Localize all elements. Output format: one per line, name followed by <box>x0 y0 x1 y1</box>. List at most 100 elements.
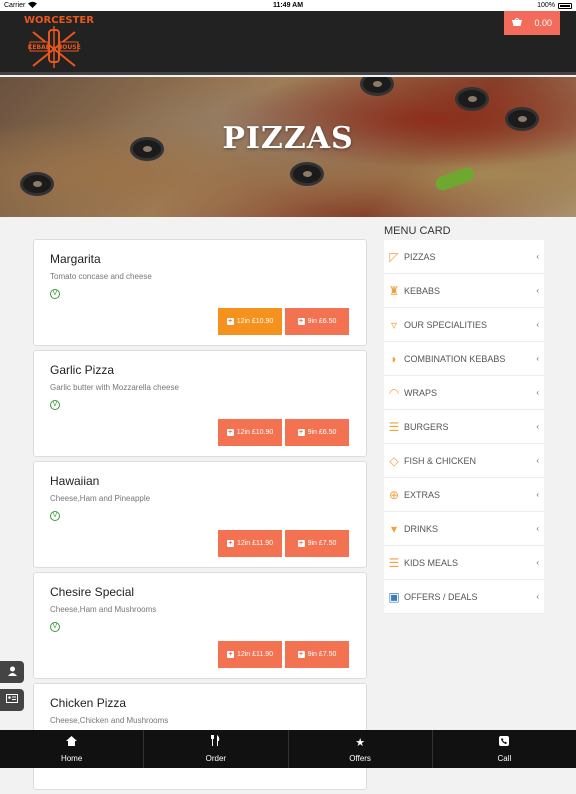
menu-item-drinks[interactable]: ▾DRINKS‹ <box>384 512 544 546</box>
menu-card-title: MENU CARD <box>384 221 544 240</box>
app-header: WORCESTER KEBAB HOUSE 0.00 <box>0 11 576 75</box>
logo-kebab-text: KEBAB <box>28 44 51 51</box>
chevron-left-icon: ‹ <box>536 592 539 601</box>
fish-icon: ◇ <box>387 454 401 468</box>
menu-item-pizzas[interactable]: ◸PIZZAS‹ <box>384 240 544 274</box>
item-description: Cheese,Ham and Pineapple <box>50 494 350 503</box>
menu-item-combination-kebabs[interactable]: ◗COMBINATION KEBABS‹ <box>384 342 544 376</box>
item-description: Cheese,Chicken and Mushrooms <box>50 716 350 725</box>
logo-house-text: HOUSE <box>57 44 80 51</box>
vegetarian-icon: V <box>50 400 60 410</box>
chevron-left-icon: ‹ <box>536 558 539 567</box>
chevron-left-icon: ‹ <box>536 320 539 329</box>
tab-call[interactable]: Call <box>433 730 576 768</box>
chevron-left-icon: ‹ <box>536 490 539 499</box>
basket-icon <box>512 18 522 29</box>
plus-circle-icon: ⊕ <box>387 488 401 502</box>
burger-icon: ☰ <box>387 420 401 434</box>
logo-graphic-icon: KEBAB HOUSE <box>27 26 81 68</box>
drink-icon: ▾ <box>387 522 401 536</box>
plus-icon: + <box>298 429 305 436</box>
page-title: PIZZAS <box>0 121 576 156</box>
cutlery-icon <box>211 735 221 749</box>
olive-decor <box>290 162 324 186</box>
menu-item-wraps[interactable]: ◠WRAPS‹ <box>384 376 544 410</box>
hero-banner: PIZZAS <box>0 77 576 217</box>
item-description: Garlic butter with Mozzarella cheese <box>50 383 350 392</box>
wrap-icon: ◠ <box>387 386 401 400</box>
menu-item-extras[interactable]: ⊕EXTRAS‹ <box>384 478 544 512</box>
add-9in-button[interactable]: +9in £6.50 <box>285 308 349 335</box>
add-9in-button[interactable]: +9in £7.50 <box>285 530 349 557</box>
menu-items-list: Margarita Tomato concase and cheese V +1… <box>33 239 367 794</box>
plus-icon: + <box>227 318 234 325</box>
cup-icon: ▿ <box>387 318 401 332</box>
olive-decor <box>455 87 489 111</box>
combination-icon: ◗ <box>387 352 401 366</box>
contact-card-icon <box>6 694 18 706</box>
add-12in-button[interactable]: +12in £10.90 <box>218 419 282 446</box>
item-name: Chesire Special <box>50 585 350 599</box>
add-9in-button[interactable]: +9in £6.50 <box>285 419 349 446</box>
chevron-left-icon: ‹ <box>536 456 539 465</box>
menu-item-offers-deals[interactable]: ▣OFFERS / DEALS‹ <box>384 580 544 614</box>
vegetarian-icon: V <box>50 511 60 521</box>
add-9in-button[interactable]: +9in £7.50 <box>285 641 349 668</box>
item-name: Margarita <box>50 252 350 266</box>
menu-item-card[interactable]: Chesire Special Cheese,Ham and Mushrooms… <box>33 572 367 679</box>
menu-item-kids-meals[interactable]: ☰KIDS MEALS‹ <box>384 546 544 580</box>
vegetarian-icon: V <box>50 622 60 632</box>
plus-icon: + <box>227 429 234 436</box>
pepper-decor <box>434 166 476 193</box>
vegetarian-icon: V <box>50 289 60 299</box>
menu-item-our-specialities[interactable]: ▿OUR SPECIALITIES‹ <box>384 308 544 342</box>
plus-icon: + <box>227 540 234 547</box>
logo[interactable]: WORCESTER KEBAB HOUSE <box>24 14 84 70</box>
offers-icon: ▣ <box>387 590 401 604</box>
home-icon <box>66 736 77 749</box>
kids-meal-icon: ☰ <box>387 556 401 570</box>
menu-item-card[interactable]: Margarita Tomato concase and cheese V +1… <box>33 239 367 346</box>
wifi-icon <box>28 1 37 10</box>
menu-item-card[interactable]: Hawaiian Cheese,Ham and Pineapple V +12i… <box>33 461 367 568</box>
chevron-left-icon: ‹ <box>536 286 539 295</box>
menu-item-burgers[interactable]: ☰BURGERS‹ <box>384 410 544 444</box>
status-time: 11:49 AM <box>204 2 372 9</box>
user-icon <box>8 666 17 679</box>
menu-item-fish-chicken[interactable]: ◇FISH & CHICKEN‹ <box>384 444 544 478</box>
menu-item-kebabs[interactable]: ♜KEBABS‹ <box>384 274 544 308</box>
cart-button[interactable]: 0.00 <box>504 11 560 35</box>
chevron-left-icon: ‹ <box>536 354 539 363</box>
plus-icon: + <box>298 651 305 658</box>
battery-label: 100% <box>537 2 555 9</box>
olive-decor <box>360 77 394 96</box>
item-description: Cheese,Ham and Mushrooms <box>50 605 350 614</box>
cart-total: 0.00 <box>534 18 552 28</box>
chevron-left-icon: ‹ <box>536 422 539 431</box>
chevron-left-icon: ‹ <box>536 524 539 533</box>
logo-title: WORCESTER <box>24 15 84 26</box>
menu-item-card[interactable]: Garlic Pizza Garlic butter with Mozzarel… <box>33 350 367 457</box>
olive-decor <box>20 172 54 196</box>
plus-icon: + <box>227 651 234 658</box>
tab-offers[interactable]: ★ Offers <box>289 730 433 768</box>
pizza-icon: ◸ <box>387 250 401 264</box>
status-bar: Carrier 11:49 AM 100% <box>0 0 576 11</box>
contact-card-button[interactable] <box>0 689 24 711</box>
menu-card: MENU CARD ◸PIZZAS‹ ♜KEBABS‹ ▿OUR SPECIAL… <box>384 221 544 614</box>
chevron-left-icon: ‹ <box>536 388 539 397</box>
plus-icon: + <box>298 540 305 547</box>
add-12in-button[interactable]: +12in £11.90 <box>218 641 282 668</box>
user-account-button[interactable] <box>0 661 24 683</box>
item-description: Tomato concase and cheese <box>50 272 350 281</box>
tab-order[interactable]: Order <box>144 730 288 768</box>
chevron-left-icon: ‹ <box>536 252 539 261</box>
tab-home[interactable]: Home <box>0 730 144 768</box>
carrier-label: Carrier <box>4 2 25 9</box>
battery-icon <box>558 3 572 9</box>
item-name: Hawaiian <box>50 474 350 488</box>
add-12in-button[interactable]: +12in £11.90 <box>218 530 282 557</box>
item-name: Garlic Pizza <box>50 363 350 377</box>
phone-icon <box>499 736 509 749</box>
add-12in-button[interactable]: +12in £10.90 <box>218 308 282 335</box>
